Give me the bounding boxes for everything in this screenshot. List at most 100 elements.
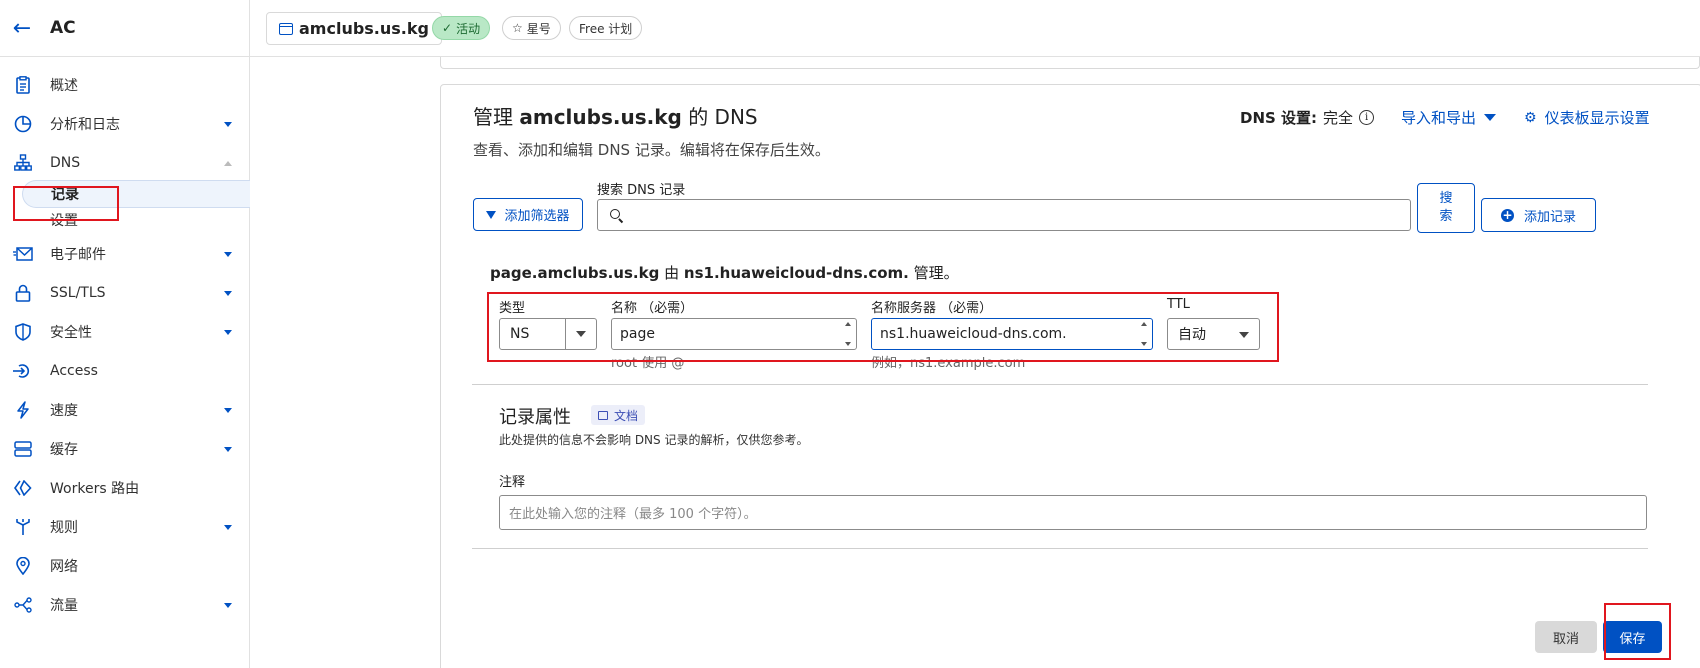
search-icon	[610, 209, 620, 219]
filter-icon	[486, 210, 497, 219]
search-input[interactable]	[597, 199, 1411, 231]
title-prefix: 管理	[473, 105, 513, 129]
dns-management-page: ← AC 概述 分析和日志 DNS 记录 设置 电子邮件 SSL/TLS 安全性…	[0, 0, 1700, 668]
sidebar-item-rules[interactable]: 规则	[0, 508, 250, 546]
cache-icon	[13, 439, 33, 459]
sidebar-item-label: 概述	[50, 78, 78, 94]
dns-records-card: 管理 amclubs.us.kg 的 DNS 查看、添加和编辑 DNS 记录。编…	[440, 84, 1700, 668]
dns-setting-value: 完全	[1323, 109, 1354, 127]
highlight-box-records	[13, 186, 119, 221]
sidebar-item-security[interactable]: 安全性	[0, 313, 250, 351]
page-subtitle: 查看、添加和编辑 DNS 记录。编辑将在保存后生效。	[473, 141, 830, 159]
add-record-label: 添加记录	[1523, 209, 1576, 225]
managed-by: 由	[664, 264, 680, 282]
lock-icon	[13, 283, 33, 303]
import-export-menu[interactable]: 导入和导出	[1401, 107, 1497, 128]
sidebar-item-label: 电子邮件	[50, 247, 106, 263]
sidebar-item-cache[interactable]: 缓存	[0, 430, 250, 468]
sidebar-item-label: 速度	[50, 403, 78, 419]
plus-circle-icon: +	[1500, 207, 1514, 222]
sidebar-item-overview[interactable]: 概述	[0, 66, 250, 104]
cancel-button[interactable]: 取消	[1535, 621, 1597, 653]
sidebar-item-label: 规则	[50, 520, 78, 536]
import-export-label: 导入和导出	[1401, 109, 1477, 127]
back-arrow-icon[interactable]: ←	[10, 16, 34, 41]
sidebar-item-label: SSL/TLS	[50, 285, 106, 301]
managed-suffix: 管理。	[913, 264, 959, 282]
sidebar-item-workers-routes[interactable]: Workers 路由	[0, 469, 250, 507]
sidebar-item-ssl-tls[interactable]: SSL/TLS	[0, 274, 250, 312]
chevron-down-icon	[224, 121, 232, 127]
comment-label: 注释	[499, 475, 526, 490]
network-icon	[13, 153, 33, 173]
chevron-down-icon	[224, 290, 232, 296]
docs-label: 文档	[614, 408, 639, 423]
rules-icon	[13, 517, 33, 537]
title-domain: amclubs.us.kg	[519, 105, 682, 129]
divider	[472, 548, 1648, 549]
sidebar-item-traffic[interactable]: 流量	[0, 586, 250, 624]
add-filter-label: 添加筛选器	[504, 209, 570, 224]
dashboard-settings-label: 仪表板显示设置	[1544, 109, 1650, 127]
chevron-down-icon	[224, 524, 232, 530]
dashboard-display-settings-link[interactable]: ⚙ 仪表板显示设置	[1524, 107, 1650, 128]
shield-icon	[13, 322, 33, 342]
gear-icon: ⚙	[1524, 109, 1537, 126]
chart-icon	[13, 114, 33, 134]
status-badge: ✓ 活动	[432, 16, 491, 40]
sidebar-item-label: 流量	[50, 598, 78, 614]
sidebar-item-network[interactable]: 网络	[0, 547, 250, 585]
domain-selector[interactable]: amclubs.us.kg	[266, 12, 442, 45]
divider	[472, 384, 1648, 385]
bolt-icon	[13, 400, 33, 420]
previous-card-edge	[440, 57, 1700, 69]
chevron-up-icon	[224, 160, 232, 166]
star-icon: ☆	[512, 21, 523, 35]
sidebar-item-analytics[interactable]: 分析和日志	[0, 105, 250, 143]
highlight-box-save	[1604, 603, 1671, 660]
dns-setting: DNS 设置: 完全 i	[1240, 107, 1375, 128]
managed-by-text: page.amclubs.us.kg 由 ns1.huaweicloud-dns…	[490, 262, 959, 283]
check-icon: ✓	[442, 21, 453, 35]
comment-placeholder: 在此处输入您的注释（最多 100 个字符）。	[509, 507, 757, 522]
info-icon[interactable]: i	[1359, 110, 1375, 125]
book-icon	[598, 410, 608, 420]
domain-name: amclubs.us.kg	[299, 19, 429, 38]
caret-down-icon	[1484, 114, 1497, 121]
comment-input[interactable]: 在此处输入您的注释（最多 100 个字符）。	[499, 495, 1647, 530]
star-button[interactable]: ☆ 星号	[502, 16, 561, 40]
zone-header: amclubs.us.kg ✓ 活动 ☆ 星号 Free 计划	[250, 0, 1700, 57]
sidebar-item-dns[interactable]: DNS	[0, 144, 250, 182]
docs-link[interactable]: 文档	[591, 405, 646, 425]
managed-nameserver: ns1.huaweicloud-dns.com.	[683, 264, 909, 282]
sidebar-item-label: 网络	[50, 559, 78, 575]
sidebar-item-speed[interactable]: 速度	[0, 391, 250, 429]
sidebar-item-label: 分析和日志	[50, 117, 120, 133]
sidebar-header: ← AC	[0, 0, 249, 57]
chevron-down-icon	[224, 602, 232, 608]
sidebar-item-access[interactable]: Access	[0, 352, 250, 390]
highlight-box-record-fields	[487, 292, 1279, 362]
chevron-down-icon	[224, 407, 232, 413]
record-attributes-title: 记录属性	[499, 407, 571, 428]
add-filter-button[interactable]: 添加筛选器	[473, 198, 583, 231]
sidebar-item-email[interactable]: 电子邮件	[0, 235, 250, 273]
clipboard-icon	[13, 75, 33, 95]
search-button[interactable]: 搜索	[1417, 183, 1475, 233]
managed-subdomain: page.amclubs.us.kg	[490, 264, 660, 282]
page-title: 管理 amclubs.us.kg 的 DNS	[473, 101, 758, 130]
sidebar-item-label: DNS	[50, 155, 81, 171]
browser-window-icon	[279, 22, 293, 35]
sidebar-item-label: Access	[50, 363, 98, 379]
title-suffix: 的 DNS	[688, 105, 758, 129]
pin-icon	[13, 556, 33, 576]
chevron-down-icon	[224, 329, 232, 335]
search-label: 搜索 DNS 记录	[597, 183, 686, 198]
record-attributes-description: 此处提供的信息不会影响 DNS 记录的解析，仅供您参考。	[499, 433, 809, 447]
sidebar: ← AC 概述 分析和日志 DNS 记录 设置 电子邮件 SSL/TLS 安全性…	[0, 0, 250, 668]
star-label: 星号	[526, 21, 551, 36]
chevron-down-icon	[224, 446, 232, 452]
account-name: AC	[50, 18, 76, 38]
add-record-button[interactable]: + 添加记录	[1481, 198, 1596, 232]
plan-badge[interactable]: Free 计划	[569, 16, 643, 40]
